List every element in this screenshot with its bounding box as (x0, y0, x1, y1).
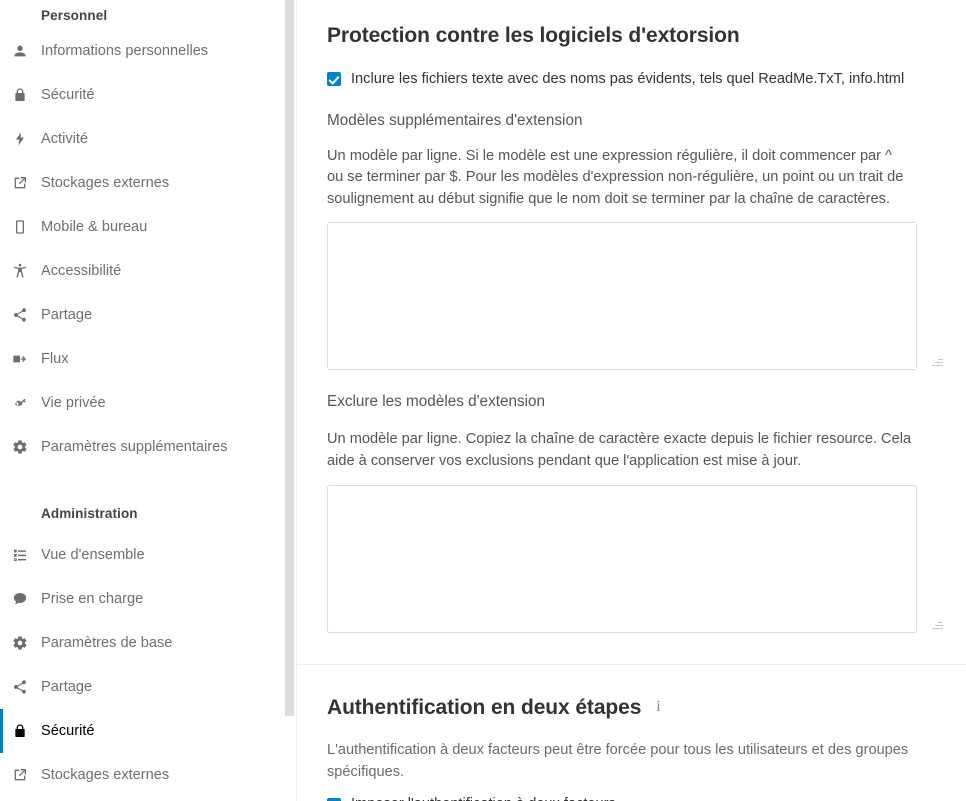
key-icon (11, 394, 29, 412)
list-icon (11, 546, 29, 564)
lock-icon (11, 86, 29, 104)
additional-patterns-help: Un modèle par ligne. Si le modèle est un… (327, 147, 904, 208)
settings-sidebar: Personnel Informations personnelles Sécuri… (0, 0, 297, 801)
sidebar-item-label: Vie privée (41, 394, 106, 411)
sidebar-item-securite[interactable]: Sécurité (0, 73, 296, 117)
sidebar-nav-list: Personnel Informations personnelles Sécuri… (0, 0, 296, 797)
exclude-patterns-help: Un modèle par ligne. Copiez la chaîne de… (327, 430, 912, 469)
resize-handle-icon (931, 355, 943, 367)
sidebar-group-caption-personnel: Personnel (41, 8, 108, 23)
sidebar-item-stockages-externes[interactable]: Stockages externes (0, 753, 296, 797)
settings-content: Protection contre les logiciels d'extors… (297, 0, 966, 801)
share-icon (11, 678, 29, 696)
sidebar-scrollbar-thumb[interactable] (285, 0, 294, 716)
sidebar-item-label: Sécurité (41, 722, 95, 739)
sidebar-item-label: Partage (41, 678, 93, 695)
sidebar-item-vie-privee[interactable]: Vie privée (0, 381, 296, 425)
include-text-files-checkbox[interactable] (327, 72, 341, 87)
feed-icon (11, 350, 29, 368)
sidebar-item-partage[interactable]: Partage (0, 665, 296, 709)
sidebar-scrollbar-track[interactable] (285, 0, 295, 801)
sidebar-item-label: Partage (41, 306, 93, 323)
sidebar-item-label: Paramètres de base (41, 634, 173, 651)
lock-icon (11, 722, 29, 740)
sidebar-item-label: Mobile & bureau (41, 218, 148, 235)
sidebar-item-parametres-supplementaires[interactable]: Paramètres supplémentaires (0, 425, 296, 469)
exclude-patterns-textarea[interactable] (327, 485, 917, 634)
accessibility-icon (11, 262, 29, 280)
sidebar-item-label: Informations personnelles (41, 42, 209, 59)
include-text-files-label[interactable]: Inclure les fichiers texte avec des noms… (351, 72, 904, 87)
gear-icon (11, 438, 29, 456)
sidebar-item-securite[interactable]: Sécurité (0, 709, 296, 753)
sidebar-item-flux[interactable]: Flux (0, 337, 296, 381)
enforce-two-factor-checkbox-row[interactable]: Imposer l'authentification à deux facteu… (327, 797, 946, 801)
sidebar-item-label: Stockages externes (41, 766, 170, 783)
two-factor-auth-section: Authentification en deux étapes i L'auth… (297, 665, 966, 801)
sidebar-item-label: Vue d'ensemble (41, 546, 145, 563)
enforce-two-factor-checkbox[interactable] (327, 797, 341, 801)
external-link-icon (11, 174, 29, 192)
ransomware-title-text: Protection contre les logiciels d'extors… (327, 24, 740, 47)
ransomware-protection-section: Protection contre les logiciels d'extors… (297, 0, 966, 634)
exclude-patterns-label: Exclure les modèles d'extension (327, 392, 546, 410)
sidebar-item-label: Sécurité (41, 86, 95, 103)
sidebar-item-activite[interactable]: Activité (0, 117, 296, 161)
speech-bubble-icon (11, 590, 29, 608)
additional-patterns-field (327, 221, 946, 370)
user-icon (11, 42, 29, 60)
sidebar-group-caption-administration: Administration (41, 506, 138, 521)
sidebar-item-label: Activité (41, 130, 89, 147)
two-factor-description: L'authentification à deux facteurs peut … (327, 742, 909, 780)
sidebar-item-label: Accessibilité (41, 262, 122, 279)
sidebar-item-partage[interactable]: Partage (0, 293, 296, 337)
sidebar-item-label: Paramètres supplémentaires (41, 438, 228, 455)
enforce-two-factor-label[interactable]: Imposer l'authentification à deux facteu… (351, 797, 616, 801)
additional-patterns-label: Modèles supplémentaires d'extension (327, 111, 583, 129)
gear-icon (11, 634, 29, 652)
resize-handle-icon (931, 618, 943, 630)
sidebar-item-label: Flux (41, 350, 69, 367)
sidebar-item-parametres-de-base[interactable]: Paramètres de base (0, 621, 296, 665)
sidebar-item-label: Prise en charge (41, 590, 144, 607)
exclude-patterns-field (327, 485, 946, 634)
settings-page: Personnel Informations personnelles Sécuri… (0, 0, 966, 801)
sidebar-item-informations-personnelles[interactable]: Informations personnelles (0, 29, 296, 73)
include-text-files-checkbox-row[interactable]: Inclure les fichiers texte avec des noms… (327, 72, 946, 87)
two-factor-section-title: Authentification en deux étapes i (327, 697, 946, 718)
additional-patterns-textarea[interactable] (327, 221, 917, 370)
bolt-icon (11, 130, 29, 148)
share-icon (11, 306, 29, 324)
external-link-icon (11, 766, 29, 784)
sidebar-item-prise-en-charge[interactable]: Prise en charge (0, 577, 296, 621)
ransomware-section-title: Protection contre les logiciels d'extors… (327, 25, 946, 46)
mobile-icon (11, 218, 29, 236)
sidebar-item-vue-d-ensemble[interactable]: Vue d'ensemble (0, 533, 296, 577)
sidebar-item-mobile-bureau[interactable]: Mobile & bureau (0, 205, 296, 249)
two-factor-title-text: Authentification en deux étapes (327, 696, 642, 720)
sidebar-item-label: Stockages externes (41, 174, 170, 191)
sidebar-item-stockages-externes[interactable]: Stockages externes (0, 161, 296, 205)
sidebar-item-accessibilite[interactable]: Accessibilité (0, 249, 296, 293)
info-icon[interactable]: i (656, 698, 660, 715)
